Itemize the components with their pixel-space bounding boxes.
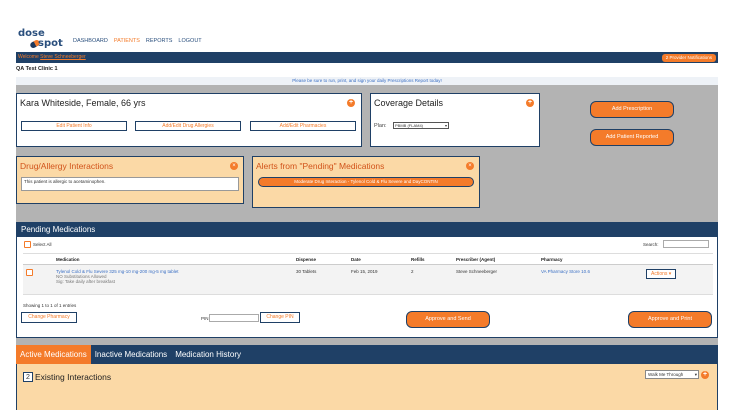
top-nav: DASHBOARD PATIENTS REPORTS LOGOUT	[73, 38, 202, 44]
plan-select[interactable]: PBMB (FLAM4) ▾	[393, 122, 449, 129]
date-cell: Feb 15, 2019	[348, 264, 408, 295]
welcome-text: Welcome Steve Schneeberger	[18, 54, 86, 60]
entries-count: Showing 1 to 1 of 1 entries	[23, 303, 77, 308]
refills-cell: 2	[408, 264, 453, 295]
patient-panel: Kara Whiteside, Female, 66 yrs + Edit Pa…	[16, 93, 362, 147]
approve-and-send-button[interactable]: Approve and Send	[406, 311, 490, 328]
nav-logout[interactable]: LOGOUT	[178, 38, 201, 44]
actions-cell: Actions ▾	[643, 264, 713, 295]
table-row: Tylenol Cold & Flu Severe 325 mg-10 mg-2…	[23, 264, 713, 295]
row-select-cell	[23, 264, 53, 295]
col-medication[interactable]: Medication	[53, 253, 293, 265]
plus-icon[interactable]: +	[347, 99, 355, 107]
drug-allergy-interactions-panel: Drug/Allergy Interactions × This patient…	[16, 156, 244, 204]
pin-input[interactable]	[209, 314, 259, 322]
table-header-row: Medication Dispense Date Refills Prescri…	[23, 253, 713, 265]
search-input[interactable]	[663, 240, 709, 248]
edit-drug-allergies-button[interactable]: Add/Edit Drug Allergies	[135, 121, 241, 131]
change-pin-button[interactable]: Change PIN	[260, 312, 300, 323]
pin-label: PIN	[201, 316, 209, 321]
col-dispense[interactable]: Dispense	[293, 253, 348, 265]
plus-icon[interactable]: +	[526, 99, 534, 107]
approve-and-print-button[interactable]: Approve and Print	[628, 311, 712, 328]
tab-inactive-medications[interactable]: Inactive Medications	[91, 345, 171, 364]
drug-allergy-title: Drug/Allergy Interactions	[20, 161, 114, 171]
edit-pharmacies-button[interactable]: Add/Edit Pharmacies	[250, 121, 356, 131]
dosespot-logo[interactable]: dose spot	[16, 26, 66, 50]
add-patient-reported-button[interactable]: Add Patient Reported	[590, 129, 674, 146]
existing-interactions-panel: 2 Existing Interactions Walk Me Through ▾…	[16, 364, 718, 410]
change-pharmacy-button[interactable]: Change Pharmacy	[21, 312, 77, 323]
row-checkbox[interactable]	[26, 269, 33, 276]
nav-dashboard[interactable]: DASHBOARD	[73, 38, 108, 44]
tab-active-medications[interactable]: Active Medications	[16, 345, 91, 364]
plan-label: Plan:	[374, 123, 387, 129]
pending-alerts-panel: Alerts from "Pending" Medications × Mode…	[252, 156, 480, 208]
nav-reports[interactable]: REPORTS	[146, 38, 173, 44]
plan-select-value: PBMB (FLAM4)	[395, 123, 424, 128]
walkme-value: Walk Me Through	[648, 372, 684, 377]
medication-tabs: Active Medications Inactive Medications …	[16, 345, 718, 364]
col-select	[23, 253, 53, 265]
medication-cell: Tylenol Cold & Flu Severe 325 mg-10 mg-2…	[53, 264, 293, 295]
prescriptions-report-reminder[interactable]: Please be sure to run, print, and sign y…	[16, 77, 718, 85]
pending-alerts-title: Alerts from "Pending" Medications	[256, 161, 385, 171]
welcome-bar: Welcome Steve Schneeberger 2 Provider No…	[16, 52, 718, 63]
search-label: Search:	[643, 242, 659, 247]
add-prescription-button[interactable]: Add Prescription	[590, 101, 674, 118]
nav-patients[interactable]: PATIENTS	[114, 38, 140, 44]
provider-notifications-badge[interactable]: 2 Provider Notifications	[661, 53, 716, 62]
select-all-checkbox[interactable]	[24, 241, 31, 248]
pharmacy-link[interactable]: VA Pharmacy Store 10.6	[541, 269, 590, 274]
walk-me-through-select[interactable]: Walk Me Through ▾	[645, 370, 699, 379]
pending-medications-title: Pending Medications	[17, 223, 717, 237]
logo-text-spot: spot	[38, 38, 63, 49]
chevron-down-icon: ▾	[444, 123, 447, 128]
existing-interactions-title: Existing Interactions	[35, 372, 112, 382]
welcome-prefix: Welcome	[18, 54, 41, 60]
pharmacy-cell: VA Pharmacy Store 10.6	[538, 264, 643, 295]
clinic-name: QA Test Clinic 1	[16, 66, 58, 72]
col-pharmacy[interactable]: Pharmacy	[538, 253, 643, 265]
prescriber-cell: Steve Schneeberger	[453, 264, 538, 295]
edit-patient-info-button[interactable]: Edit Patient Info	[21, 121, 127, 131]
col-prescriber[interactable]: Prescriber (Agent)	[453, 253, 538, 265]
tab-medication-history[interactable]: Medication History	[171, 345, 245, 364]
plus-icon[interactable]: +	[701, 371, 709, 379]
sig-note: Sig: Take daily after breakfast	[56, 279, 115, 284]
col-refills[interactable]: Refills	[408, 253, 453, 265]
interaction-count-badge: 2	[23, 372, 33, 382]
actions-dropdown[interactable]: Actions ▾	[646, 269, 677, 279]
chevron-down-icon: ▾	[694, 372, 697, 377]
pending-medications-table: Medication Dispense Date Refills Prescri…	[23, 253, 713, 295]
pending-medications-panel: Pending Medications Select All Search: M…	[16, 222, 718, 338]
welcome-user-link[interactable]: Steve Schneeberger	[40, 54, 86, 60]
close-icon[interactable]: ×	[230, 162, 238, 170]
coverage-title: Coverage Details	[374, 98, 444, 108]
dispense-cell: 30 Tablets	[293, 264, 348, 295]
patient-name: Kara Whiteside, Female, 66 yrs	[20, 98, 146, 108]
col-actions	[643, 253, 713, 265]
select-all-label: Select All	[33, 242, 52, 247]
drug-interaction-alert-button[interactable]: Moderate Drug Interaction - Tylenol Cold…	[258, 177, 474, 187]
col-date[interactable]: Date	[348, 253, 408, 265]
allergy-note: This patient is allergic to acetaminophe…	[21, 177, 239, 191]
coverage-panel: Coverage Details + Plan: PBMB (FLAM4) ▾	[370, 93, 540, 147]
close-icon[interactable]: ×	[466, 162, 474, 170]
